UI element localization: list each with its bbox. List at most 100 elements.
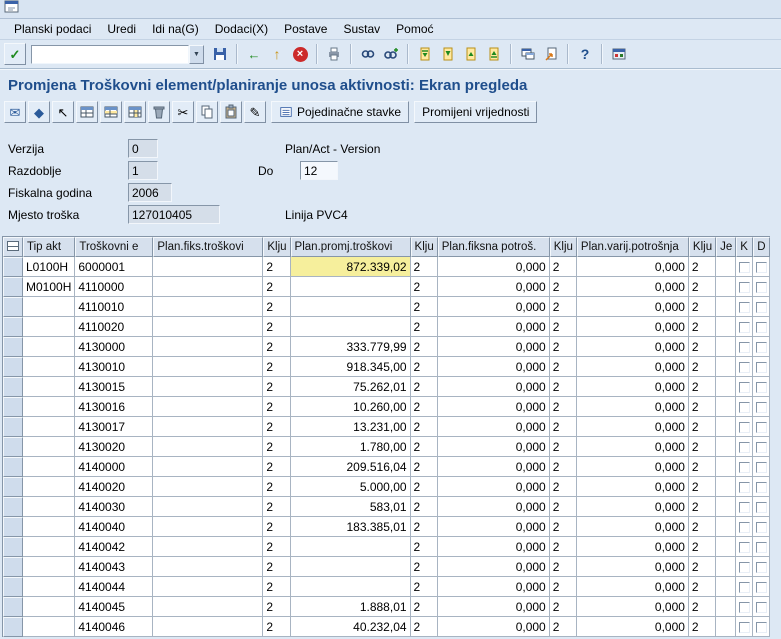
checkbox-cell[interactable] [736, 337, 754, 357]
row-selector[interactable] [3, 457, 23, 477]
cell-je[interactable] [716, 257, 737, 277]
cell-k2[interactable]: 2 [410, 457, 438, 477]
cell-k4[interactable]: 2 [688, 517, 717, 537]
back-button[interactable]: ← [243, 43, 265, 65]
checkbox-cell[interactable] [753, 297, 771, 317]
checkbox-cell[interactable] [736, 497, 754, 517]
cell-k3[interactable]: 2 [549, 457, 577, 477]
cell-je[interactable] [716, 357, 737, 377]
cell-elem[interactable]: 4110000 [75, 277, 154, 297]
find-next-button[interactable] [380, 43, 402, 65]
cell-vpotr[interactable]: 0,000 [576, 417, 689, 437]
cell-k4[interactable]: 2 [688, 317, 717, 337]
find-button[interactable] [357, 43, 379, 65]
cell-k1[interactable]: 2 [263, 617, 291, 637]
cell-fpotr[interactable]: 0,000 [437, 357, 550, 377]
fiskalna-godina-field[interactable]: 2006 [128, 183, 172, 202]
cell-elem[interactable]: 4140043 [75, 557, 154, 577]
cell-vpotr[interactable]: 0,000 [576, 497, 689, 517]
row-selector[interactable] [3, 297, 23, 317]
cell-k3[interactable]: 2 [549, 517, 577, 537]
cut-button[interactable]: ✂ [172, 101, 194, 123]
cancel-button[interactable]: × [289, 43, 311, 65]
cell-k2[interactable]: 2 [410, 317, 438, 337]
cell-tip[interactable]: M0100H [23, 277, 76, 297]
cell-fpotr[interactable]: 0,000 [437, 537, 550, 557]
checkbox-cell[interactable] [753, 397, 771, 417]
shortcut-button[interactable] [540, 43, 562, 65]
checkbox-cell[interactable] [736, 457, 754, 477]
checkbox[interactable] [755, 461, 767, 473]
cell-k1[interactable]: 2 [263, 357, 291, 377]
checkbox[interactable] [738, 321, 750, 333]
checkbox-cell[interactable] [736, 617, 754, 637]
cell-k4[interactable]: 2 [688, 377, 717, 397]
checkbox-cell[interactable] [736, 357, 754, 377]
cell-k1[interactable]: 2 [263, 477, 291, 497]
cell-vpotr[interactable]: 0,000 [576, 557, 689, 577]
cell-je[interactable] [716, 377, 737, 397]
checkbox[interactable] [755, 261, 767, 273]
checkbox-cell[interactable] [753, 497, 771, 517]
help-button[interactable]: ? [574, 43, 596, 65]
cell-vpotr[interactable]: 0,000 [576, 477, 689, 497]
cell-fiks[interactable] [153, 297, 264, 317]
cell-promj[interactable]: 583,01 [290, 497, 411, 517]
cell-tip[interactable] [23, 457, 76, 477]
cell-vpotr[interactable]: 0,000 [576, 297, 689, 317]
checkbox[interactable] [738, 361, 750, 373]
cell-k2[interactable]: 2 [410, 517, 438, 537]
cell-fpotr[interactable]: 0,000 [437, 497, 550, 517]
cell-tip[interactable]: L0100H [23, 257, 76, 277]
row-selector[interactable] [3, 497, 23, 517]
cell-k2[interactable]: 2 [410, 437, 438, 457]
row-selector[interactable] [3, 617, 23, 637]
cell-je[interactable] [716, 297, 737, 317]
checkbox[interactable] [755, 501, 767, 513]
cell-elem[interactable]: 4130016 [75, 397, 154, 417]
cell-fiks[interactable] [153, 597, 264, 617]
checkbox-cell[interactable] [736, 597, 754, 617]
checkbox-cell[interactable] [736, 397, 754, 417]
checkbox-cell[interactable] [753, 377, 771, 397]
checkbox-cell[interactable] [753, 617, 771, 637]
menu-pomoc[interactable]: Pomoć [388, 20, 441, 38]
cell-promj[interactable] [290, 317, 411, 337]
checkbox[interactable] [755, 601, 767, 613]
cell-k3[interactable]: 2 [549, 537, 577, 557]
cell-vpotr[interactable]: 0,000 [576, 597, 689, 617]
cell-k4[interactable]: 2 [688, 277, 717, 297]
command-dropdown-icon[interactable]: ▼ [189, 44, 204, 64]
checkbox-cell[interactable] [753, 257, 771, 277]
cell-tip[interactable] [23, 497, 76, 517]
cell-fpotr[interactable]: 0,000 [437, 337, 550, 357]
print-button[interactable] [323, 43, 345, 65]
checkbox[interactable] [755, 301, 767, 313]
cell-fiks[interactable] [153, 437, 264, 457]
cell-fpotr[interactable]: 0,000 [437, 317, 550, 337]
column-header[interactable]: Klju [263, 237, 291, 257]
cell-fpotr[interactable]: 0,000 [437, 477, 550, 497]
checkbox-cell[interactable] [753, 577, 771, 597]
cell-k4[interactable]: 2 [688, 497, 717, 517]
cell-fpotr[interactable]: 0,000 [437, 517, 550, 537]
cell-fiks[interactable] [153, 337, 264, 357]
row-selector[interactable] [3, 537, 23, 557]
checkbox-cell[interactable] [736, 417, 754, 437]
cell-k2[interactable]: 2 [410, 417, 438, 437]
checkbox[interactable] [755, 481, 767, 493]
cell-fpotr[interactable]: 0,000 [437, 577, 550, 597]
cell-fpotr[interactable]: 0,000 [437, 617, 550, 637]
cell-je[interactable] [716, 437, 737, 457]
razdoblje-field[interactable]: 1 [128, 161, 158, 180]
checkbox[interactable] [738, 421, 750, 433]
cell-promj[interactable] [290, 577, 411, 597]
column-header[interactable]: D [753, 237, 771, 257]
system-menu-icon[interactable] [4, 0, 19, 18]
row-selector[interactable] [3, 437, 23, 457]
column-header[interactable]: Plan.promj.troškovi [290, 237, 411, 257]
checkbox-cell[interactable] [753, 517, 771, 537]
copy-row-button[interactable] [124, 101, 146, 123]
cell-elem[interactable]: 4130000 [75, 337, 154, 357]
checkbox-cell[interactable] [736, 537, 754, 557]
